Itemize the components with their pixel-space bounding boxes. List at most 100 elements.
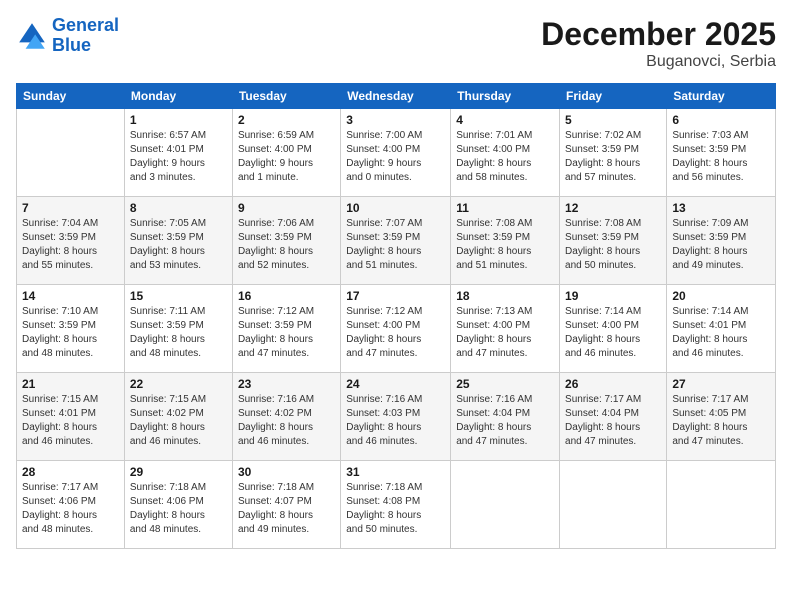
calendar-cell: 16 Sunrise: 7:12 AMSunset: 3:59 PMDayligh… [232,285,340,373]
calendar-cell: 10Sunrise: 7:07 AMSunset: 3:59 PMDayligh… [341,197,451,285]
day-info: Sunrise: 7:16 AMSunset: 4:04 PMDaylight:… [456,393,554,449]
day-number: 5 [565,113,661,127]
day-info: Sunrise: 7:16 AMSunset: 4:03 PMDaylight:… [346,393,445,449]
calendar-week-row: 1 Sunrise: 6:57 AMSunset: 4:01 PMDaylight… [17,109,776,197]
day-number: 8 [130,201,227,215]
day-number: 23 [238,377,335,391]
logo-icon [16,20,48,52]
day-info: Sunrise: 7:13 AMSunset: 4:00 PMDaylight:… [456,305,554,361]
calendar-cell: 17Sunrise: 7:12 AMSunset: 4:00 PMDayligh… [341,285,451,373]
calendar-cell: 8 Sunrise: 7:05 AMSunset: 3:59 PMDaylight… [124,197,232,285]
day-info: Sunrise: 7:10 AMSunset: 3:59 PMDaylight:… [22,305,119,361]
location: Buganovci, Serbia [541,53,776,71]
day-info: Sunrise: 7:03 AMSunset: 3:59 PMDaylight:… [672,129,770,185]
calendar-cell: 28 Sunrise: 7:17 AMSunset: 4:06 PMDayligh… [17,461,125,549]
day-info: Sunrise: 7:01 AMSunset: 4:00 PMDaylight:… [456,129,554,185]
calendar-cell: 18Sunrise: 7:13 AMSunset: 4:00 PMDayligh… [451,285,560,373]
calendar-week-row: 21Sunrise: 7:15 AMSunset: 4:01 PMDayligh… [17,373,776,461]
day-info: Sunrise: 7:17 AMSunset: 4:06 PMDaylight:… [22,481,119,537]
calendar-cell: 13Sunrise: 7:09 AMSunset: 3:59 PMDayligh… [667,197,776,285]
day-number: 12 [565,201,661,215]
day-info: Sunrise: 7:08 AMSunset: 3:59 PMDaylight:… [565,217,661,273]
calendar-weekday-header: Thursday [451,84,560,109]
calendar-cell: 25 Sunrise: 7:16 AMSunset: 4:04 PMDayligh… [451,373,560,461]
day-info: Sunrise: 7:15 AMSunset: 4:02 PMDaylight:… [130,393,227,449]
day-number: 24 [346,377,445,391]
day-number: 25 [456,377,554,391]
logo-text: General Blue [52,16,119,56]
calendar-cell: 11 Sunrise: 7:08 AMSunset: 3:59 PMDayligh… [451,197,560,285]
day-info: Sunrise: 7:14 AMSunset: 4:01 PMDaylight:… [672,305,770,361]
calendar-weekday-header: Wednesday [341,84,451,109]
calendar-week-row: 28 Sunrise: 7:17 AMSunset: 4:06 PMDayligh… [17,461,776,549]
day-number: 16 [238,289,335,303]
calendar-cell: 23 Sunrise: 7:16 AMSunset: 4:02 PMDayligh… [232,373,340,461]
day-number: 1 [130,113,227,127]
day-info: Sunrise: 7:12 AMSunset: 3:59 PMDaylight:… [238,305,335,361]
day-number: 6 [672,113,770,127]
calendar-week-row: 14Sunrise: 7:10 AMSunset: 3:59 PMDayligh… [17,285,776,373]
day-number: 22 [130,377,227,391]
day-info: Sunrise: 7:00 AMSunset: 4:00 PMDaylight:… [346,129,445,185]
calendar-weekday-header: Friday [560,84,667,109]
day-number: 19 [565,289,661,303]
header: General Blue December 2025 Buganovci, Se… [16,16,776,71]
calendar-cell: 14Sunrise: 7:10 AMSunset: 3:59 PMDayligh… [17,285,125,373]
day-info: Sunrise: 7:02 AMSunset: 3:59 PMDaylight:… [565,129,661,185]
day-info: Sunrise: 7:04 AMSunset: 3:59 PMDaylight:… [22,217,119,273]
day-number: 4 [456,113,554,127]
day-info: Sunrise: 7:18 AMSunset: 4:08 PMDaylight:… [346,481,445,537]
calendar-cell: 12 Sunrise: 7:08 AMSunset: 3:59 PMDayligh… [560,197,667,285]
day-info: Sunrise: 6:59 AMSunset: 4:00 PMDaylight:… [238,129,335,185]
day-number: 31 [346,465,445,479]
day-number: 21 [22,377,119,391]
calendar-cell [451,461,560,549]
page: General Blue December 2025 Buganovci, Se… [0,0,792,612]
calendar-cell: 2 Sunrise: 6:59 AMSunset: 4:00 PMDaylight… [232,109,340,197]
calendar-table: SundayMondayTuesdayWednesdayThursdayFrid… [16,83,776,549]
day-info: Sunrise: 6:57 AMSunset: 4:01 PMDaylight:… [130,129,227,185]
calendar-cell: 3 Sunrise: 7:00 AMSunset: 4:00 PMDaylight… [341,109,451,197]
calendar-cell: 7Sunrise: 7:04 AMSunset: 3:59 PMDaylight… [17,197,125,285]
day-number: 17 [346,289,445,303]
logo-line2: Blue [52,35,91,55]
day-info: Sunrise: 7:05 AMSunset: 3:59 PMDaylight:… [130,217,227,273]
day-number: 11 [456,201,554,215]
calendar-cell: 22 Sunrise: 7:15 AMSunset: 4:02 PMDayligh… [124,373,232,461]
calendar-week-row: 7Sunrise: 7:04 AMSunset: 3:59 PMDaylight… [17,197,776,285]
calendar-cell: 4 Sunrise: 7:01 AMSunset: 4:00 PMDaylight… [451,109,560,197]
day-info: Sunrise: 7:06 AMSunset: 3:59 PMDaylight:… [238,217,335,273]
day-info: Sunrise: 7:08 AMSunset: 3:59 PMDaylight:… [456,217,554,273]
calendar-cell: 15 Sunrise: 7:11 AMSunset: 3:59 PMDayligh… [124,285,232,373]
day-info: Sunrise: 7:17 AMSunset: 4:04 PMDaylight:… [565,393,661,449]
day-number: 30 [238,465,335,479]
logo: General Blue [16,16,119,56]
calendar-cell: 6 Sunrise: 7:03 AMSunset: 3:59 PMDaylight… [667,109,776,197]
calendar-cell: 1 Sunrise: 6:57 AMSunset: 4:01 PMDaylight… [124,109,232,197]
month-title: December 2025 [541,16,776,53]
day-number: 3 [346,113,445,127]
day-info: Sunrise: 7:07 AMSunset: 3:59 PMDaylight:… [346,217,445,273]
day-info: Sunrise: 7:11 AMSunset: 3:59 PMDaylight:… [130,305,227,361]
day-info: Sunrise: 7:18 AMSunset: 4:07 PMDaylight:… [238,481,335,537]
calendar-header-row: SundayMondayTuesdayWednesdayThursdayFrid… [17,84,776,109]
calendar-cell [667,461,776,549]
calendar-cell: 21Sunrise: 7:15 AMSunset: 4:01 PMDayligh… [17,373,125,461]
calendar-cell: 5 Sunrise: 7:02 AMSunset: 3:59 PMDaylight… [560,109,667,197]
calendar-cell: 29Sunrise: 7:18 AMSunset: 4:06 PMDayligh… [124,461,232,549]
day-number: 26 [565,377,661,391]
calendar-cell: 31 Sunrise: 7:18 AMSunset: 4:08 PMDayligh… [341,461,451,549]
calendar-cell: 24 Sunrise: 7:16 AMSunset: 4:03 PMDayligh… [341,373,451,461]
day-number: 2 [238,113,335,127]
day-number: 9 [238,201,335,215]
day-info: Sunrise: 7:16 AMSunset: 4:02 PMDaylight:… [238,393,335,449]
day-info: Sunrise: 7:17 AMSunset: 4:05 PMDaylight:… [672,393,770,449]
day-number: 15 [130,289,227,303]
calendar-weekday-header: Monday [124,84,232,109]
calendar-cell: 20Sunrise: 7:14 AMSunset: 4:01 PMDayligh… [667,285,776,373]
day-info: Sunrise: 7:18 AMSunset: 4:06 PMDaylight:… [130,481,227,537]
day-number: 28 [22,465,119,479]
calendar-weekday-header: Sunday [17,84,125,109]
day-number: 27 [672,377,770,391]
calendar-cell: 27 Sunrise: 7:17 AMSunset: 4:05 PMDayligh… [667,373,776,461]
